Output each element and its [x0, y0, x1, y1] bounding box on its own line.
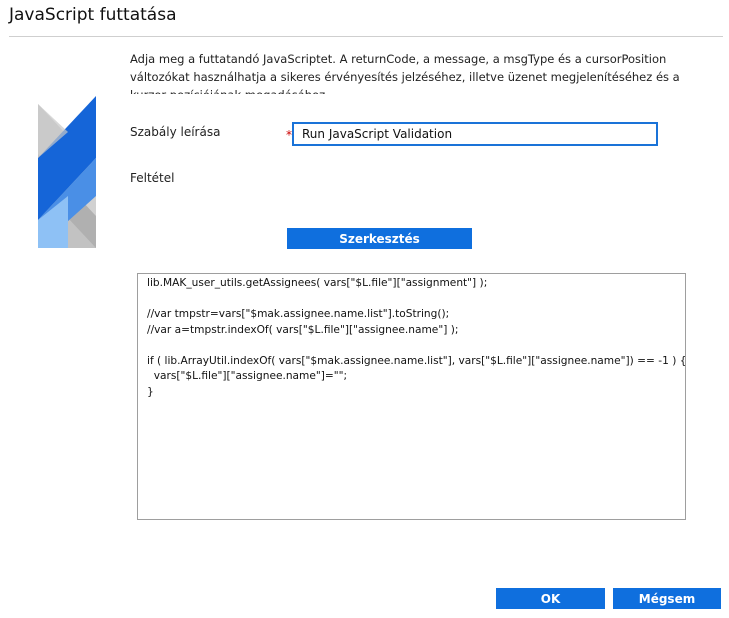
- code-line: vars["$L.file"]["assignee.name"]="";: [147, 370, 348, 382]
- cancel-button[interactable]: Mégsem: [613, 588, 721, 609]
- rule-description-label: Szabály leírása: [130, 125, 221, 139]
- code-line: if ( lib.ArrayUtil.indexOf( vars["$mak.a…: [147, 354, 686, 367]
- code-line: }: [147, 385, 154, 398]
- code-line: //var a=tmpstr.indexOf( vars["$L.file"][…: [147, 323, 459, 336]
- rule-description-input[interactable]: [292, 122, 658, 146]
- dialog-title: JavaScript futtatása: [9, 5, 177, 25]
- code-line: //var tmpstr=vars["$mak.assignee.name.li…: [147, 308, 450, 320]
- product-logo-icon: [38, 96, 96, 248]
- ok-button[interactable]: OK: [496, 588, 605, 609]
- code-line: lib.MAK_user_utils.getAssignees( vars["$…: [147, 277, 488, 289]
- dialog-description: Adja meg a futtatandó JavaScriptet. A re…: [130, 52, 680, 94]
- condition-label: Feltétel: [130, 171, 175, 185]
- javascript-code-editor[interactable]: lib.MAK_user_utils.getAssignees( vars["$…: [137, 273, 686, 520]
- title-divider: [9, 36, 723, 37]
- edit-button[interactable]: Szerkesztés: [287, 228, 472, 249]
